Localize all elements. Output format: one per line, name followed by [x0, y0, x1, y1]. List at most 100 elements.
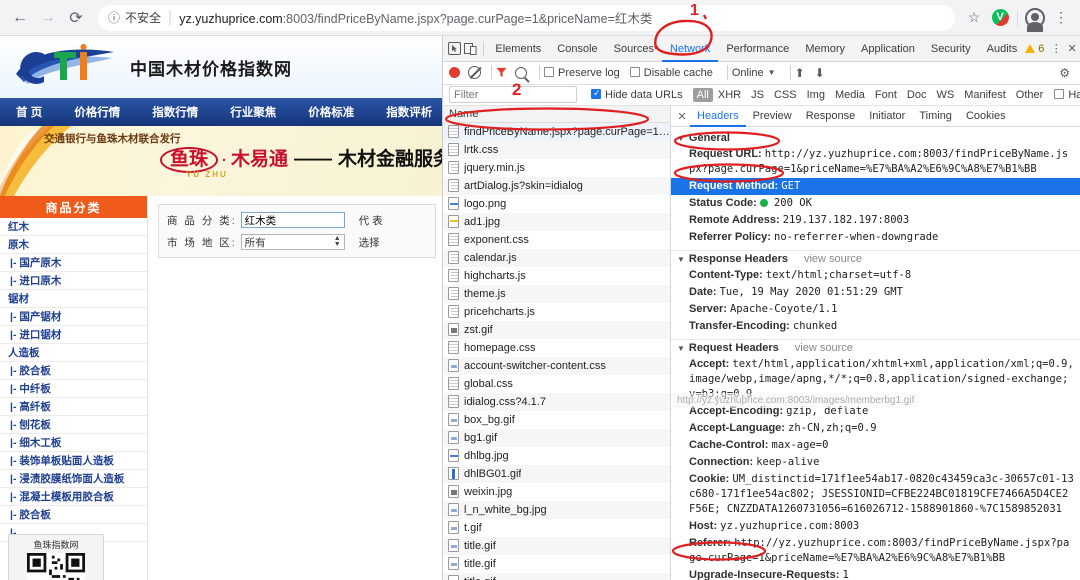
general-section-header[interactable]: ▼ General: [671, 130, 1080, 146]
type-filter-font[interactable]: Font: [870, 89, 902, 101]
type-filter-media[interactable]: Media: [830, 89, 870, 101]
table-row[interactable]: t.gif: [443, 519, 670, 537]
chevron-down-icon[interactable]: ▼: [768, 68, 776, 77]
nav-item-home[interactable]: 首 页: [0, 104, 58, 120]
table-row[interactable]: bg1.gif: [443, 429, 670, 447]
sidebar-item-imported-sawn[interactable]: |- 进口锯材: [0, 326, 147, 344]
filter-funnel-icon[interactable]: [496, 67, 507, 78]
request-view-source-link[interactable]: view source: [795, 342, 853, 354]
devtools-more-icon[interactable]: ⋮: [1048, 38, 1064, 60]
sidebar-item-hdf[interactable]: |- 高纤板: [0, 398, 147, 416]
three-dot-menu-icon[interactable]: ⋮: [1048, 5, 1074, 31]
profile-avatar-icon[interactable]: [1022, 5, 1048, 31]
tab-performance[interactable]: Performance: [718, 36, 797, 62]
type-filter-doc[interactable]: Doc: [902, 89, 932, 101]
record-button-icon[interactable]: [449, 67, 460, 78]
sidebar-item-domestic-sawn[interactable]: |- 国产锯材: [0, 308, 147, 326]
network-settings-gear-icon[interactable]: ⚙: [1059, 66, 1070, 80]
qr-widget[interactable]: 鱼珠指数网: [8, 534, 104, 580]
tab-application[interactable]: Application: [853, 36, 923, 62]
request-rows-container[interactable]: findPriceByName.jspx?page.curPage=1&pric…: [443, 123, 670, 580]
nav-item-industry-focus[interactable]: 行业聚焦: [214, 104, 292, 120]
category-input[interactable]: [241, 212, 345, 228]
nav-item-index-quotes[interactable]: 指数行情: [136, 104, 214, 120]
sidebar-item-panel[interactable]: 人造板: [0, 344, 147, 362]
table-row[interactable]: title.gif: [443, 555, 670, 573]
request-headers-section-header[interactable]: ▼ Request Headers view source: [671, 340, 1080, 356]
search-icon[interactable]: [515, 67, 527, 79]
type-filter-xhr[interactable]: XHR: [713, 89, 746, 101]
info-circle-icon[interactable]: ⓘ: [108, 9, 120, 26]
site-banner[interactable]: 交通银行与鱼珠木材联合发行 鱼珠 · 木易通 —— 木材金融服务 YU ZHU: [0, 126, 442, 196]
table-row[interactable]: exponent.css: [443, 231, 670, 249]
sidebar-item-concrete-form-plywood[interactable]: |- 混凝土模板用胶合板: [0, 488, 147, 506]
sidebar-item-yuanmu[interactable]: 原木: [0, 236, 147, 254]
table-row[interactable]: account-switcher-content.css: [443, 357, 670, 375]
type-filter-ws[interactable]: WS: [931, 89, 959, 101]
omnibox[interactable]: ⓘ 不安全 | yz.yuzhuprice.com:8003/findPrice…: [98, 5, 955, 31]
table-row[interactable]: title.gif: [443, 573, 670, 580]
table-row[interactable]: homepage.css: [443, 339, 670, 357]
forward-arrow-icon[interactable]: →: [34, 4, 62, 32]
sidebar-item-plywood-2[interactable]: |- 胶合板: [0, 506, 147, 524]
sidebar-item-sawn-timber[interactable]: 锯材: [0, 290, 147, 308]
table-row[interactable]: dhlBG01.gif: [443, 465, 670, 483]
nav-item-price-quotes[interactable]: 价格行情: [58, 104, 136, 120]
type-filter-manifest[interactable]: Manifest: [959, 89, 1011, 101]
table-row[interactable]: highcharts.js: [443, 267, 670, 285]
tab-memory[interactable]: Memory: [797, 36, 853, 62]
response-view-source-link[interactable]: view source: [804, 253, 862, 265]
inspect-element-icon[interactable]: [447, 38, 463, 60]
throttling-select[interactable]: Online: [732, 67, 764, 79]
tab-audits[interactable]: Audits: [979, 36, 1026, 62]
type-filter-css[interactable]: CSS: [769, 89, 802, 101]
detail-tab-timing[interactable]: Timing: [912, 106, 959, 127]
table-row[interactable]: l_n_white_bg.jpg: [443, 501, 670, 519]
detail-tab-preview[interactable]: Preview: [746, 106, 799, 127]
nav-item-index-analysis[interactable]: 指数评析: [370, 104, 442, 120]
sidebar-item-hongmu[interactable]: 红木: [0, 218, 147, 236]
sidebar-item-particleboard[interactable]: |- 刨花板: [0, 416, 147, 434]
sidebar-item-blockboard[interactable]: |- 细木工板: [0, 434, 147, 452]
nav-item-price-standard[interactable]: 价格标准: [292, 104, 370, 120]
bookmark-star-icon[interactable]: ☆: [961, 5, 987, 31]
detail-tab-initiator[interactable]: Initiator: [862, 106, 912, 127]
tab-network[interactable]: Network: [662, 36, 718, 62]
filter-input[interactable]: [449, 86, 577, 103]
sidebar-item-mdf[interactable]: |- 中纤板: [0, 380, 147, 398]
table-row[interactable]: dhlbg.jpg: [443, 447, 670, 465]
header-request-method[interactable]: Request Method: GET: [671, 178, 1080, 195]
table-row[interactable]: weixin.jpg: [443, 483, 670, 501]
detail-tab-response[interactable]: Response: [799, 106, 863, 127]
disable-cache-checkbox[interactable]: Disable cache: [630, 67, 713, 79]
sidebar-item-imported-log[interactable]: |- 进口原木: [0, 272, 147, 290]
tab-sources[interactable]: Sources: [606, 36, 662, 62]
table-row[interactable]: lrtk.css: [443, 141, 670, 159]
sidebar-item-domestic-log[interactable]: |- 国产原木: [0, 254, 147, 272]
detail-tab-headers[interactable]: Headers: [690, 106, 746, 127]
type-filter-img[interactable]: Img: [802, 89, 830, 101]
type-filter-all[interactable]: All: [693, 88, 713, 102]
table-row[interactable]: calendar.js: [443, 249, 670, 267]
preserve-log-checkbox[interactable]: Preserve log: [544, 67, 620, 79]
table-row[interactable]: pricehcharts.js: [443, 303, 670, 321]
table-row[interactable]: logo.png: [443, 195, 670, 213]
tab-security[interactable]: Security: [923, 36, 979, 62]
reload-icon[interactable]: ⟳: [62, 4, 90, 32]
hide-data-urls-checkbox[interactable]: Hide data URLs: [591, 89, 683, 101]
table-row[interactable]: zst.gif: [443, 321, 670, 339]
table-row[interactable]: idialog.css?4.1.7: [443, 393, 670, 411]
type-filter-js[interactable]: JS: [746, 89, 769, 101]
warnings-badge[interactable]: 6: [1025, 43, 1044, 55]
has-blocked-cookies-checkbox[interactable]: Has blocked cookies: [1054, 89, 1080, 101]
tab-elements[interactable]: Elements: [487, 36, 549, 62]
detail-close-icon[interactable]: ✕: [674, 110, 690, 123]
sidebar-item-veneer-panel[interactable]: |- 装饰单板贴面人造板: [0, 452, 147, 470]
table-row[interactable]: jquery.min.js: [443, 159, 670, 177]
table-row[interactable]: ad1.jpg: [443, 213, 670, 231]
sidebar-item-plywood[interactable]: |- 胶合板: [0, 362, 147, 380]
region-select[interactable]: 所有 ▲▼: [241, 234, 345, 250]
table-row[interactable]: title.gif: [443, 537, 670, 555]
table-row[interactable]: theme.js: [443, 285, 670, 303]
devtools-close-icon[interactable]: ✕: [1064, 38, 1080, 60]
